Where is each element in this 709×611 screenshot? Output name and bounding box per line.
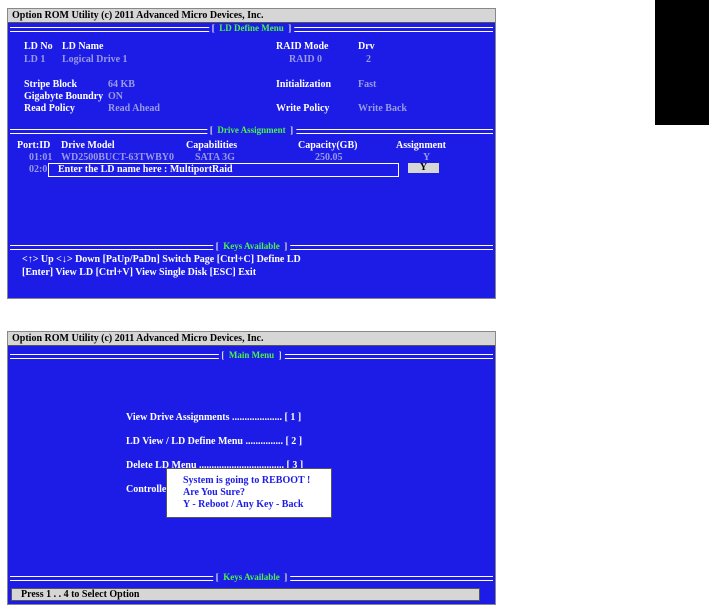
- initialization-value[interactable]: Fast: [358, 79, 376, 90]
- main-menu-screen: Option ROM Utility (c) 2011 Advanced Mic…: [7, 331, 496, 605]
- reboot-confirm-dialog: System is going to REBOOT ! Are You Sure…: [166, 468, 332, 518]
- keys-help-line-1: <↑> Up <↓> Down [PaUp/PaDn] Switch Page …: [22, 254, 301, 265]
- initialization-label: Initialization: [276, 79, 332, 90]
- status-text: Press 1 . . 4 to Select Option: [21, 589, 140, 600]
- row1-capacity: 250.05: [315, 152, 343, 163]
- drive-assignment-label: [ Drive Assignment ]: [206, 126, 297, 135]
- row2-port: 02:0: [29, 164, 48, 175]
- col-port-header: Port:ID: [17, 140, 51, 151]
- gigabyte-boundry-label: Gigabyte Boundry: [24, 91, 104, 102]
- main-menu-label: [ Main Menu ]: [218, 351, 285, 360]
- ld-define-menu-label: [ LD Define Menu ]: [208, 24, 295, 33]
- stripe-block-label: Stripe Block: [24, 79, 78, 90]
- keys-available-label: [ Keys Available ]: [212, 242, 291, 251]
- main-menu-divider: [ Main Menu ]: [10, 351, 493, 360]
- status-bar: Press 1 . . 4 to Select Option: [11, 588, 480, 601]
- reboot-warning-text: System is going to REBOOT !: [183, 475, 311, 486]
- raid-mode-value: RAID 0: [289, 54, 323, 65]
- col-assignment-header: Assignment: [396, 140, 447, 151]
- row1-capabilities: SATA 3G: [195, 152, 235, 163]
- col-capabilities-header: Capabilities: [186, 140, 238, 151]
- col-capacity-header: Capacity(GB): [298, 140, 358, 151]
- keys-available-label: [ Keys Available ]: [212, 573, 291, 582]
- ld-define-divider: [ LD Define Menu ]: [10, 24, 493, 33]
- title-bar: Option ROM Utility (c) 2011 Advanced Mic…: [8, 332, 495, 346]
- write-policy-value[interactable]: Write Back: [358, 103, 407, 114]
- ld-no-label: LD No: [24, 41, 53, 52]
- reboot-question-text: Are You Sure?: [183, 487, 246, 498]
- keys-help-line-2: [Enter] View LD [Ctrl+V] View Single Dis…: [22, 267, 257, 278]
- stripe-block-value[interactable]: 64 KB: [108, 79, 135, 90]
- row2-assignment-selected[interactable]: Y: [408, 163, 439, 173]
- keys-available-divider: [ Keys Available ]: [10, 573, 493, 582]
- read-policy-label: Read Policy: [24, 103, 75, 114]
- reboot-options-text[interactable]: Y - Reboot / Any Key - Back: [183, 499, 303, 510]
- ld-no-value: LD 1: [24, 54, 46, 65]
- menu-item-ld-view-define[interactable]: LD View / LD Define Menu ...............…: [126, 436, 302, 447]
- row1-port: 01:01: [29, 152, 53, 163]
- gigabyte-boundry-value[interactable]: ON: [108, 91, 123, 102]
- title-bar: Option ROM Utility (c) 2011 Advanced Mic…: [8, 9, 495, 23]
- menu-item-view-drive-assignments[interactable]: View Drive Assignments .................…: [126, 412, 301, 423]
- col-model-header: Drive Model: [61, 140, 115, 151]
- drive-assignment-divider: [ Drive Assignment ]: [10, 126, 493, 135]
- ld-define-screen: Option ROM Utility (c) 2011 Advanced Mic…: [7, 8, 496, 299]
- ld-name-input-box[interactable]: Enter the LD name here : MultiportRaid: [48, 163, 399, 177]
- write-policy-label: Write Policy: [276, 103, 330, 114]
- read-policy-value[interactable]: Read Ahead: [108, 103, 160, 114]
- menu-item-controller[interactable]: Controlle: [126, 484, 166, 495]
- ld-name-value: Logical Drive 1: [62, 54, 128, 65]
- ld-name-label: LD Name: [62, 41, 104, 52]
- keys-available-divider: [ Keys Available ]: [10, 242, 493, 251]
- ld-name-input-prompt[interactable]: Enter the LD name here : MultiportRaid: [58, 164, 233, 176]
- drv-value: 2: [366, 54, 371, 65]
- drv-label: Drv: [358, 41, 375, 52]
- side-tab-marker: [655, 0, 709, 125]
- row1-model: WD2500BUCT-63TWBY0: [61, 152, 174, 163]
- raid-mode-label: RAID Mode: [276, 41, 329, 52]
